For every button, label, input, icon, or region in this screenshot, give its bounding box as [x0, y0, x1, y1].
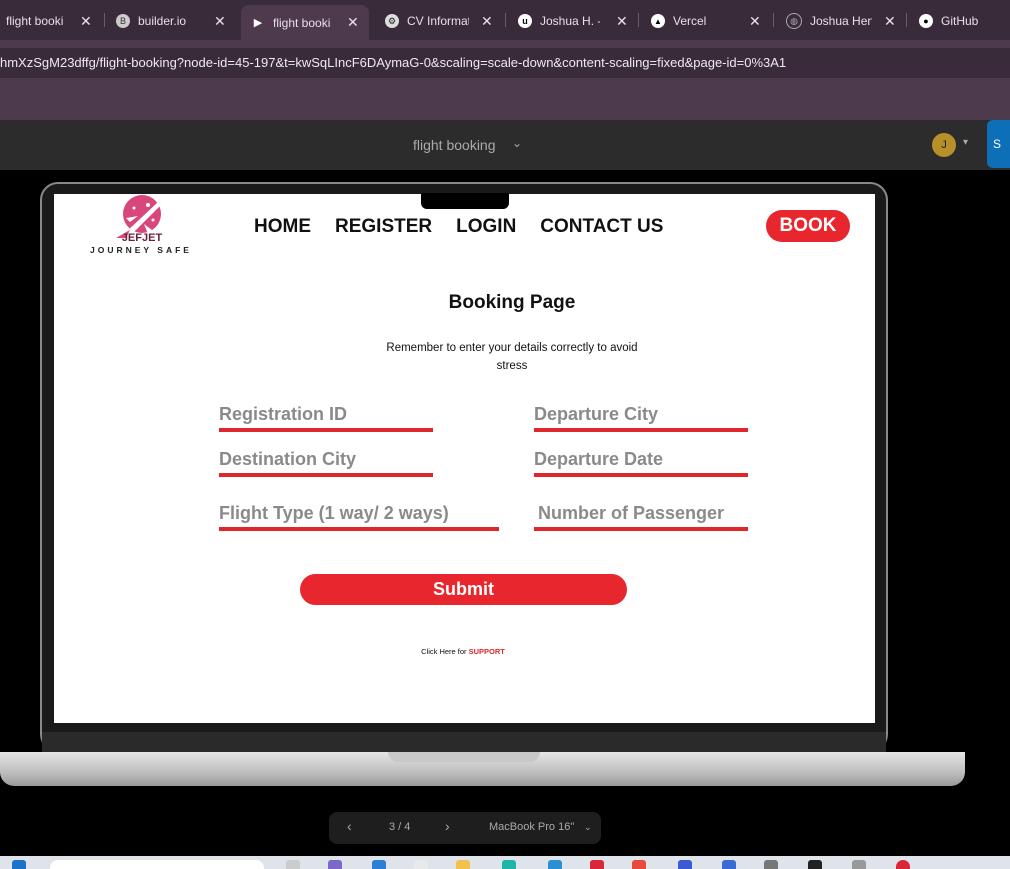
- task-view-icon[interactable]: [286, 860, 300, 869]
- main-nav: HOME REGISTER LOGIN CONTACT US: [254, 216, 687, 238]
- vercel-icon: ▲: [651, 14, 665, 28]
- logo-name: JEFJET: [121, 232, 163, 244]
- close-icon[interactable]: ✕: [481, 13, 493, 30]
- tab-flight-booking-active[interactable]: ▶ flight booki ✕: [241, 5, 369, 40]
- nav-register[interactable]: REGISTER: [335, 216, 432, 238]
- upwork-icon: u: [518, 14, 532, 28]
- tab-upwork[interactable]: u Joshua H. - ✕: [518, 6, 630, 36]
- globe-icon: ◍: [786, 13, 802, 29]
- close-icon[interactable]: ✕: [616, 13, 628, 30]
- device-select[interactable]: MacBook Pro 16": [489, 821, 574, 833]
- macbook-bezel: [42, 732, 886, 752]
- close-icon[interactable]: ✕: [347, 14, 359, 31]
- url-input[interactable]: hmXzSgM23dffg/flight-booking?node-id=45-…: [0, 48, 1010, 78]
- close-icon[interactable]: ✕: [80, 13, 92, 30]
- page-title: Booking Page: [448, 292, 576, 313]
- flight-type-field[interactable]: Flight Type (1 way/ 2 ways): [219, 503, 499, 531]
- tab-label: CV Informat: [407, 14, 469, 28]
- macbook-groove: [388, 752, 540, 762]
- app-icon[interactable]: [502, 860, 516, 869]
- github-icon: ●: [919, 14, 933, 28]
- nav-contact-us[interactable]: CONTACT US: [540, 216, 663, 238]
- figma-prototype-header: flight booking ⌄ J ▾ S: [0, 120, 1010, 170]
- website-screen: JEFJET JOURNEY SAFE HOME REGISTER LOGIN …: [54, 193, 875, 723]
- tab-label: flight booki: [6, 14, 64, 28]
- share-button[interactable]: S: [987, 120, 1010, 168]
- registration-id-field[interactable]: Registration ID: [219, 404, 433, 432]
- taskbar-search-input[interactable]: [50, 860, 264, 869]
- tab-builder-io[interactable]: B builder.io ✕: [116, 6, 236, 36]
- tab-cv-information[interactable]: ⚙ CV Informat ✕: [385, 6, 495, 36]
- builder-icon: B: [116, 14, 130, 28]
- app-icon[interactable]: [852, 860, 866, 869]
- departure-city-field[interactable]: Departure City: [534, 404, 748, 432]
- tab-joshua-hen[interactable]: ◍ Joshua Hen ✕: [786, 6, 898, 36]
- prototype-pager: ‹ 3 / 4 › MacBook Pro 16" ⌄: [329, 812, 601, 844]
- support-prefix: Click Here for: [421, 647, 469, 656]
- tab-label: Joshua H. -: [540, 14, 600, 28]
- tab-flight-booking-1[interactable]: flight booki ✕: [6, 6, 101, 36]
- tab-label: builder.io: [138, 14, 187, 28]
- address-bar: hmXzSgM23dffg/flight-booking?node-id=45-…: [0, 40, 1010, 86]
- close-icon[interactable]: ✕: [749, 13, 761, 30]
- chevron-right-icon[interactable]: ›: [445, 818, 450, 834]
- camera-notch: [421, 193, 509, 209]
- chevron-down-icon[interactable]: ⌄: [584, 822, 592, 833]
- start-icon[interactable]: [12, 860, 26, 869]
- passenger-count-field[interactable]: Number of Passenger: [534, 503, 748, 531]
- browser-tab-strip: flight booki ✕ B builder.io ✕ ▶ flight b…: [0, 0, 1010, 40]
- app-icon[interactable]: [328, 860, 342, 869]
- close-icon[interactable]: ✕: [214, 13, 226, 30]
- page-subtitle: Remember to enter your details correctly…: [386, 342, 638, 372]
- tab-vercel[interactable]: ▲ Vercel ✕: [651, 6, 766, 36]
- tab-label: Joshua Hen: [810, 14, 872, 28]
- tab-label: flight booki: [273, 15, 331, 30]
- nav-home[interactable]: HOME: [254, 216, 311, 238]
- close-icon[interactable]: ✕: [884, 13, 896, 30]
- folder-icon[interactable]: [456, 860, 470, 869]
- taskbar: [0, 856, 1010, 869]
- support-link[interactable]: SUPPORT: [469, 647, 505, 656]
- avatar[interactable]: J: [932, 133, 956, 157]
- chatgpt-icon: ⚙: [385, 14, 399, 28]
- chevron-left-icon[interactable]: ‹: [347, 818, 352, 834]
- app-icon[interactable]: [896, 860, 910, 869]
- figma-play-icon: ▶: [253, 17, 263, 29]
- chrome-icon[interactable]: [414, 860, 428, 869]
- file-name[interactable]: flight booking: [413, 137, 496, 153]
- page-indicator: 3 / 4: [389, 821, 411, 833]
- support-text: Click Here for SUPPORT: [54, 647, 872, 656]
- tab-github[interactable]: ● GitHub: [919, 6, 1009, 36]
- tab-label: GitHub: [941, 14, 979, 28]
- calendar-icon[interactable]: [722, 860, 736, 869]
- chevron-down-icon[interactable]: ▾: [963, 137, 968, 148]
- destination-city-field[interactable]: Destination City: [219, 449, 433, 477]
- app-icon[interactable]: [548, 860, 562, 869]
- book-button[interactable]: BOOK: [766, 210, 850, 242]
- tab-label: Vercel: [673, 14, 707, 28]
- nav-login[interactable]: LOGIN: [456, 216, 516, 238]
- app-icon[interactable]: [632, 860, 646, 869]
- logo-tagline: JOURNEY SAFE: [90, 245, 192, 255]
- app-icon[interactable]: [372, 860, 386, 869]
- app-icon[interactable]: [590, 860, 604, 869]
- departure-date-field[interactable]: Departure Date: [534, 449, 748, 477]
- app-icon[interactable]: [764, 860, 778, 869]
- app-icon[interactable]: [678, 860, 692, 869]
- chevron-down-icon[interactable]: ⌄: [512, 136, 522, 150]
- bookmarks-bar: [0, 86, 1010, 120]
- app-icon[interactable]: [808, 860, 822, 869]
- submit-button[interactable]: Submit: [300, 574, 627, 605]
